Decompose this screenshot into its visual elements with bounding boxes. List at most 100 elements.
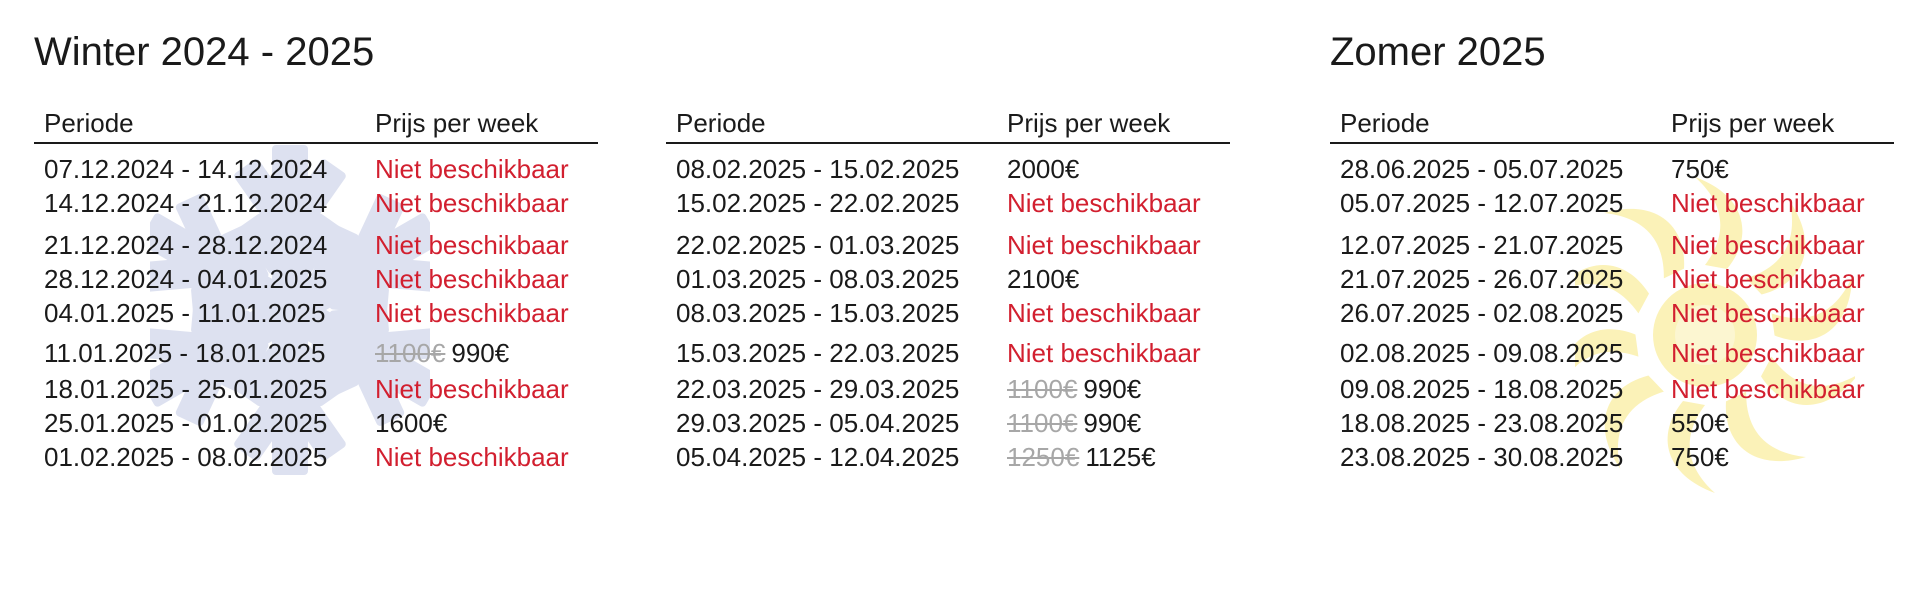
unavailable-label: Niet beschikbaar [375, 374, 569, 404]
unavailable-label: Niet beschikbaar [375, 154, 569, 184]
header-price: Prijs per week [1007, 108, 1171, 138]
period-cell: 23.08.2025 - 30.08.2025 [1340, 442, 1624, 472]
current-price: 2100€ [1007, 264, 1080, 294]
winter-table-right: Periode Prijs per week 08.02.2025 - 15.0… [666, 104, 1230, 472]
table-header: Periode Prijs per week [34, 104, 598, 144]
price-cell: Niet beschikbaar [375, 228, 569, 262]
price-cell: Niet beschikbaar [1007, 186, 1201, 220]
current-price: 750€ [1671, 442, 1729, 472]
price-cell: Niet beschikbaar [1007, 296, 1201, 330]
unavailable-label: Niet beschikbaar [375, 298, 569, 328]
table-row: 04.01.2025 - 11.01.2025 Niet beschikbaar [34, 296, 598, 330]
period-cell: 18.01.2025 - 25.01.2025 [44, 374, 328, 404]
period-cell: 25.01.2025 - 01.02.2025 [44, 408, 328, 438]
table-row: 15.02.2025 - 22.02.2025 Niet beschikbaar [666, 186, 1230, 220]
table-row: 23.08.2025 - 30.08.2025 750€ [1330, 440, 1894, 474]
old-price: 1100€ [1007, 374, 1078, 404]
table-row: 09.08.2025 - 18.08.2025 Niet beschikbaar [1330, 372, 1894, 406]
price-cell: Niet beschikbaar [1671, 262, 1865, 296]
price-cell: 1250€ 1125€ [1007, 440, 1156, 474]
period-cell: 28.06.2025 - 05.07.2025 [1340, 154, 1624, 184]
table-row: 05.07.2025 - 12.07.2025 Niet beschikbaar [1330, 186, 1894, 220]
old-price: 1100€ [375, 338, 446, 368]
price-cell: 750€ [1671, 440, 1729, 474]
period-cell: 11.01.2025 - 18.01.2025 [44, 338, 326, 368]
period-cell: 22.02.2025 - 01.03.2025 [676, 230, 960, 260]
period-cell: 29.03.2025 - 05.04.2025 [676, 408, 960, 438]
price-cell: Niet beschikbaar [1671, 186, 1865, 220]
price-cell: Niet beschikbaar [1671, 228, 1865, 262]
current-price: 750€ [1671, 154, 1729, 184]
price-cell: 1100€ 990€ [375, 336, 509, 370]
price-cell: Niet beschikbaar [1007, 228, 1201, 262]
price-cell: 1600€ [375, 406, 447, 440]
table-row: 18.08.2025 - 23.08.2025 550€ [1330, 406, 1894, 440]
period-cell: 26.07.2025 - 02.08.2025 [1340, 298, 1624, 328]
period-cell: 02.08.2025 - 09.08.2025 [1340, 338, 1624, 368]
unavailable-label: Niet beschikbaar [375, 264, 569, 294]
period-cell: 12.07.2025 - 21.07.2025 [1340, 230, 1624, 260]
period-cell: 21.07.2025 - 26.07.2025 [1340, 264, 1624, 294]
price-cell: Niet beschikbaar [1671, 296, 1865, 330]
price-cell: Niet beschikbaar [1671, 336, 1865, 370]
table-row: 08.02.2025 - 15.02.2025 2000€ [666, 152, 1230, 186]
unavailable-label: Niet beschikbaar [1007, 230, 1201, 260]
price-cell: Niet beschikbaar [375, 152, 569, 186]
unavailable-label: Niet beschikbaar [1671, 188, 1865, 218]
price-cell: Niet beschikbaar [375, 262, 569, 296]
period-cell: 08.03.2025 - 15.03.2025 [676, 298, 960, 328]
header-price: Prijs per week [1671, 108, 1835, 138]
unavailable-label: Niet beschikbaar [375, 230, 569, 260]
price-cell: Niet beschikbaar [375, 296, 569, 330]
table-row: 12.07.2025 - 21.07.2025 Niet beschikbaar [1330, 228, 1894, 262]
header-price: Prijs per week [375, 108, 539, 138]
current-price: 1600€ [375, 408, 448, 438]
summer-title: Zomer 2025 [1330, 30, 1546, 74]
period-cell: 22.03.2025 - 29.03.2025 [676, 374, 960, 404]
period-cell: 01.03.2025 - 08.03.2025 [676, 264, 960, 294]
unavailable-label: Niet beschikbaar [1671, 374, 1865, 404]
table-row: 21.12.2024 - 28.12.2024 Niet beschikbaar [34, 228, 598, 262]
period-cell: 14.12.2024 - 21.12.2024 [44, 188, 328, 218]
period-cell: 15.02.2025 - 22.02.2025 [676, 188, 960, 218]
period-cell: 21.12.2024 - 28.12.2024 [44, 230, 328, 260]
price-cell: Niet beschikbaar [375, 440, 569, 474]
table-row: 01.02.2025 - 08.02.2025 Niet beschikbaar [34, 440, 598, 474]
period-cell: 05.07.2025 - 12.07.2025 [1340, 188, 1624, 218]
current-price: 990€ [1083, 408, 1142, 438]
period-cell: 07.12.2024 - 14.12.2024 [44, 154, 328, 184]
unavailable-label: Niet beschikbaar [375, 442, 569, 472]
table-row: 18.01.2025 - 25.01.2025 Niet beschikbaar [34, 372, 598, 406]
header-period: Periode [676, 108, 766, 138]
unavailable-label: Niet beschikbaar [1671, 298, 1865, 328]
period-cell: 01.02.2025 - 08.02.2025 [44, 442, 328, 472]
table-row: 21.07.2025 - 26.07.2025 Niet beschikbaar [1330, 262, 1894, 296]
table-row: 02.08.2025 - 09.08.2025 Niet beschikbaar [1330, 336, 1894, 370]
table-header: Periode Prijs per week [666, 104, 1230, 144]
period-cell: 09.08.2025 - 18.08.2025 [1340, 374, 1624, 404]
table-row: 15.03.2025 - 22.03.2025 Niet beschikbaar [666, 336, 1230, 370]
unavailable-label: Niet beschikbaar [1007, 338, 1201, 368]
table-header: Periode Prijs per week [1330, 104, 1894, 144]
winter-title: Winter 2024 - 2025 [34, 30, 375, 74]
old-price: 1250€ [1007, 442, 1080, 472]
table-row: 22.02.2025 - 01.03.2025 Niet beschikbaar [666, 228, 1230, 262]
table-row: 01.03.2025 - 08.03.2025 2100€ [666, 262, 1230, 296]
period-cell: 18.08.2025 - 23.08.2025 [1340, 408, 1624, 438]
table-row: 07.12.2024 - 14.12.2024 Niet beschikbaar [34, 152, 598, 186]
table-row: 26.07.2025 - 02.08.2025 Niet beschikbaar [1330, 296, 1894, 330]
current-price: 1125€ [1085, 442, 1156, 472]
price-cell: 550€ [1671, 406, 1729, 440]
table-row: 29.03.2025 - 05.04.2025 1100€ 990€ [666, 406, 1230, 440]
unavailable-label: Niet beschikbaar [1007, 298, 1201, 328]
current-price: 2000€ [1007, 154, 1080, 184]
price-cell: Niet beschikbaar [1007, 336, 1201, 370]
table-row: 11.01.2025 - 18.01.2025 1100€ 990€ [34, 336, 598, 370]
price-cell: Niet beschikbaar [375, 186, 569, 220]
period-cell: 08.02.2025 - 15.02.2025 [676, 154, 960, 184]
table-row: 08.03.2025 - 15.03.2025 Niet beschikbaar [666, 296, 1230, 330]
period-cell: 15.03.2025 - 22.03.2025 [676, 338, 960, 368]
price-cell: Niet beschikbaar [1671, 372, 1865, 406]
price-cell: 750€ [1671, 152, 1729, 186]
table-row: 05.04.2025 - 12.04.2025 1250€ 1125€ [666, 440, 1230, 474]
